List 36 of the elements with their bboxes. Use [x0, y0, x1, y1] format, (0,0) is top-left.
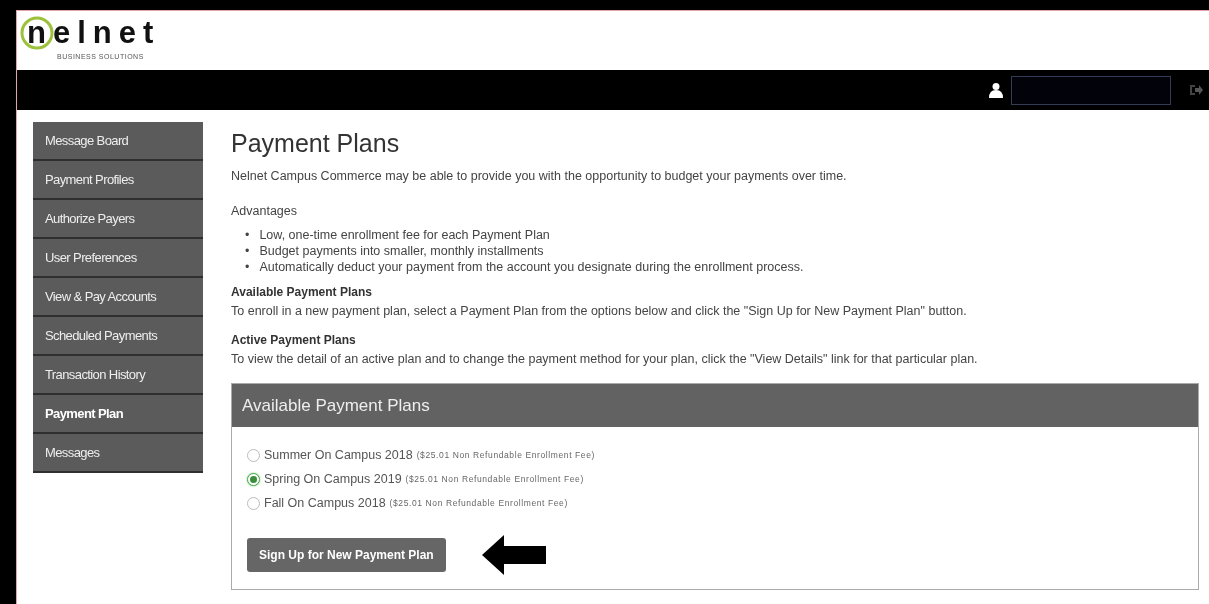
sidebar-item[interactable]: User Preferences: [33, 239, 203, 278]
sidebar-item[interactable]: Scheduled Payments: [33, 317, 203, 356]
bullet-marker: •: [245, 226, 250, 243]
sidebar-item[interactable]: Payment Profiles: [33, 161, 203, 200]
radio-button[interactable]: [247, 448, 260, 462]
option-label: Spring On Campus 2019: [264, 470, 402, 488]
section-text: To view the detail of an active plan and to change the payment method for your plan, click the "View Details" link for that particular plan.: [231, 350, 979, 367]
sidebar-item[interactable]: Message Board: [33, 122, 203, 161]
fee-note: ($25.01 Non Refundable Enrollment Fee): [405, 472, 584, 486]
advantage-item: Low, one-time enrollment fee for each Payment Plan: [259, 226, 550, 243]
sidebar-item[interactable]: Authorize Payers: [33, 200, 203, 239]
bullet-marker: •: [245, 242, 250, 259]
sidebar-item[interactable]: Payment Plan: [33, 395, 203, 434]
radio-button[interactable]: [247, 472, 260, 486]
option-label: Summer On Campus 2018: [264, 446, 413, 464]
sign-up-button[interactable]: Sign Up for New Payment Plan: [247, 538, 446, 573]
section-text: To enroll in a new payment plan, select a Payment Plan from the options below and click the "Sign Up for New Payment Plan" button.: [231, 302, 968, 319]
intro-text: Nelnet Campus Commerce may be able to provide you with the opportunity to budget your payments over time.: [231, 168, 848, 184]
bullet-marker: •: [245, 258, 250, 275]
section-heading: Active Payment Plans: [231, 331, 357, 349]
page-title: Payment Plans: [231, 128, 401, 158]
advantage-item: Automatically deduct your payment from the account you designate during the enrollment process.: [259, 258, 804, 275]
radio-button[interactable]: [247, 496, 260, 510]
arrow-icon: [481, 535, 546, 576]
sidebar-item[interactable]: Transaction History: [33, 356, 203, 395]
advantages-heading: Advantages: [231, 203, 299, 220]
fee-note: ($25.01 Non Refundable Enrollment Fee): [389, 496, 568, 510]
section-heading: Available Payment Plans: [231, 283, 373, 301]
logout-icon[interactable]: [1189, 84, 1203, 96]
advantage-item: Budget payments into smaller, monthly installments: [259, 242, 544, 259]
option-label: Fall On Campus 2018: [264, 494, 386, 512]
fee-note: ($25.01 Non Refundable Enrollment Fee): [416, 448, 595, 462]
panel-header: Available Payment Plans: [232, 383, 1198, 428]
sidebar-item[interactable]: Messages: [33, 434, 203, 473]
user-icon[interactable]: [989, 82, 1003, 98]
sidebar-item[interactable]: View & Pay Accounts: [33, 278, 203, 317]
